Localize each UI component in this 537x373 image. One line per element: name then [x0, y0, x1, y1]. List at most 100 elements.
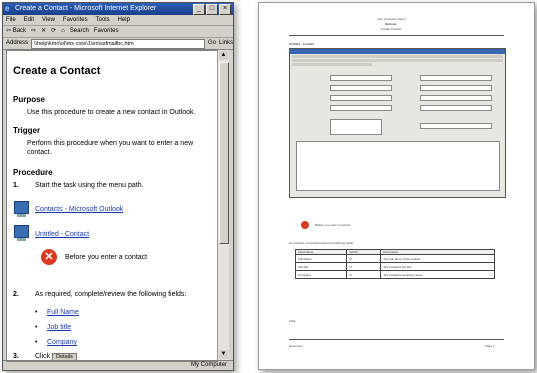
computer-icon	[14, 201, 29, 217]
menu-view[interactable]: View	[42, 15, 55, 25]
window-title: Create a Contact - Microsoft Internet Ex…	[15, 5, 157, 12]
window-controls: _ □ ×	[193, 4, 231, 15]
scroll-thumb[interactable]	[219, 62, 229, 244]
field-link-job-title[interactable]: Job title	[47, 324, 71, 331]
menu-edit[interactable]: Edit	[24, 15, 34, 25]
step3-label: Click	[35, 353, 51, 360]
minimize-button[interactable]: _	[193, 4, 205, 15]
screenshot-field	[330, 85, 392, 91]
forward-button[interactable]: ⇨	[31, 26, 36, 37]
table-cell: O	[346, 270, 382, 279]
screenshot-field	[330, 95, 392, 101]
doc-header-3: Create Contact	[381, 27, 402, 31]
table-cell: Company	[294, 270, 348, 279]
screenshot-menubar	[292, 55, 503, 58]
menu-help[interactable]: Help	[118, 15, 130, 25]
screenshot-field	[330, 75, 392, 81]
field-link-full-name[interactable]: Full Name	[47, 309, 79, 316]
search-button[interactable]: Search	[70, 26, 89, 37]
purpose-heading: Purpose	[13, 95, 46, 104]
doc-footer-left: Document	[289, 344, 303, 348]
screenshot-toolbar	[292, 59, 503, 62]
screenshot-field	[420, 123, 492, 129]
embedded-screenshot	[289, 48, 506, 198]
step1-text: Start the task using the menu path.	[35, 182, 144, 189]
scroll-up-icon[interactable]: ▲	[219, 51, 228, 60]
table-cell: The full name of the contact.	[380, 254, 495, 263]
address-label: Address	[6, 40, 29, 46]
screenshot-field	[330, 105, 392, 111]
screenshot-notes-area	[296, 141, 500, 191]
table-cell: Job title	[294, 262, 348, 271]
screenshot-field	[420, 75, 492, 81]
title-bar[interactable]: e Create a Contact - Microsoft Internet …	[3, 3, 233, 15]
link-untitled-contact[interactable]: Untitled - Contact	[35, 231, 89, 238]
stop-button[interactable]: ✕	[41, 26, 46, 37]
stop-text: Before you enter a contact	[65, 254, 148, 261]
doc-stop-text: Before you enter a contact	[315, 223, 351, 227]
doc-footer-right: Page 1	[485, 344, 495, 348]
printed-document: Your Company Name Outlook Create Contact…	[258, 2, 535, 370]
table-row: Company O The contact's company name.	[294, 270, 495, 279]
page-content: Create a Contact Purpose Use this proced…	[6, 50, 218, 362]
internet-explorer-icon: e	[5, 4, 10, 13]
doc-step2-text: As required, complete/review the followi…	[289, 241, 354, 245]
screenshot-field	[420, 105, 492, 111]
procedure-heading: Procedure	[13, 168, 53, 177]
scroll-down-icon[interactable]: ▼	[219, 350, 228, 359]
footer-rule	[289, 339, 504, 340]
screenshot-field	[420, 85, 492, 91]
header-rule	[289, 35, 504, 36]
screenshot-tabs	[292, 63, 372, 66]
status-zone: My Computer	[190, 362, 227, 368]
purpose-text: Use this procedure to create a new conta…	[27, 109, 196, 116]
doc-header-2: Outlook	[385, 22, 397, 26]
computer-icon	[14, 225, 29, 241]
trigger-text-line2: contact.	[27, 149, 52, 156]
screenshot-field	[330, 119, 382, 135]
status-bar: My Computer	[3, 360, 233, 370]
bullet-icon: •	[35, 309, 38, 316]
vertical-scrollbar[interactable]: ▲ ▼	[217, 50, 229, 360]
menu-tools[interactable]: Tools	[96, 15, 110, 25]
doc-header-1: Your Company Name	[377, 17, 406, 21]
screenshot-titlebar	[290, 49, 505, 54]
field-link-company[interactable]: Company	[47, 339, 77, 346]
menu-bar: File Edit View Favorites Tools Help	[3, 15, 233, 26]
doc-section-title: Untitled - Contact	[289, 42, 314, 46]
screenshot-field	[420, 95, 492, 101]
go-button[interactable]: Go	[208, 38, 216, 49]
maximize-button[interactable]: □	[206, 4, 218, 15]
bullet-icon: •	[35, 324, 38, 331]
step1-number: 1.	[13, 182, 19, 189]
links-button[interactable]: Links	[219, 38, 233, 49]
table-cell: O	[346, 262, 382, 271]
table-cell: Full Name	[294, 254, 348, 263]
table-cell: R	[346, 254, 382, 263]
step2-text: As required, complete/review the followi…	[35, 291, 187, 298]
table-row: Job title O The contact's job title.	[294, 262, 495, 271]
toolbar: ⇦ Back ⇨ ✕ ⟳ ⌂ Search Favorites	[3, 26, 233, 38]
page-title: Create a Contact	[13, 65, 101, 77]
step3-number: 3.	[13, 353, 19, 360]
link-contacts-outlook[interactable]: Contacts - Microsoft Outlook	[35, 206, 123, 213]
home-button[interactable]: ⌂	[61, 26, 65, 37]
step2-number: 2.	[13, 291, 19, 298]
trigger-text-line1: Perform this procedure when you want to …	[27, 140, 194, 147]
back-button[interactable]: ⇦ Back	[6, 26, 26, 37]
favorites-button[interactable]: Favorites	[94, 26, 119, 37]
stop-icon: ✕	[41, 249, 57, 265]
menu-file[interactable]: File	[6, 15, 16, 25]
doc-step3-text: Click	[289, 319, 296, 323]
doc-fields-table: Field Name R/O/C Description Full Name R…	[294, 249, 495, 279]
trigger-heading: Trigger	[13, 126, 41, 135]
address-input[interactable]: \\help\kmn\ol\ms core\1\en\ssfmailbc.htm	[31, 38, 205, 49]
bullet-icon: •	[35, 339, 38, 346]
close-button[interactable]: ×	[219, 4, 231, 15]
table-cell: The contact's company name.	[380, 270, 495, 279]
table-cell: The contact's job title.	[380, 262, 495, 271]
refresh-button[interactable]: ⟳	[51, 26, 56, 37]
address-bar: Address \\help\kmn\ol\ms core\1\en\ssfma…	[3, 38, 233, 50]
menu-favorites[interactable]: Favorites	[63, 15, 88, 25]
browser-window: e Create a Contact - Microsoft Internet …	[2, 2, 234, 371]
